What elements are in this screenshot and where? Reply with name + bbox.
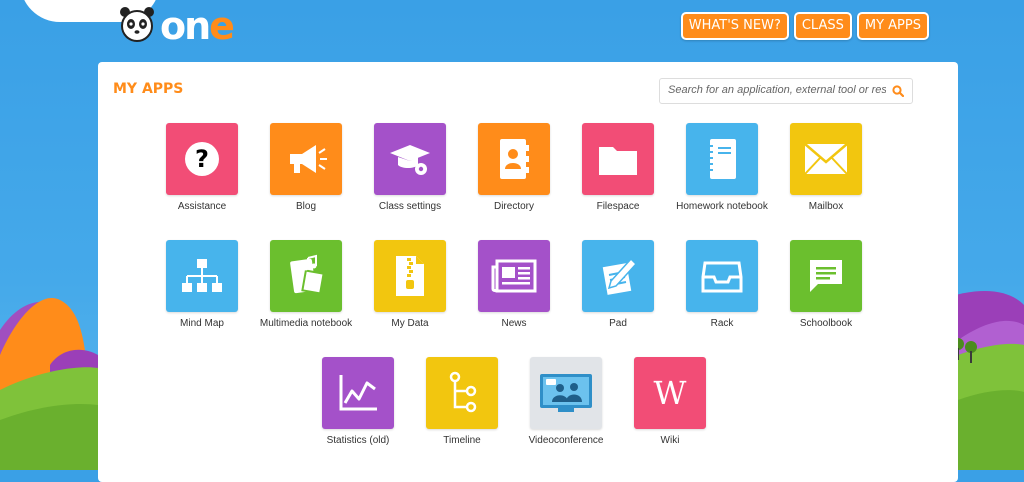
app-tile[interactable]: W <box>634 357 706 429</box>
app-label: Timeline <box>443 435 481 446</box>
app-label: News <box>501 318 527 329</box>
app-label: Blog <box>295 201 316 212</box>
app-label: Statistics (old) <box>326 435 390 446</box>
app-label: Homework notebook <box>676 201 768 212</box>
megaphone-icon <box>290 145 327 173</box>
apps-row-3: Statistics (old) Timeline Videoconferenc… <box>98 357 1024 447</box>
logo-wordmark: one <box>160 4 235 48</box>
app-tile[interactable] <box>426 357 498 429</box>
app-wiki[interactable]: W Wiki <box>618 357 722 447</box>
app-blog[interactable]: Blog <box>254 123 358 213</box>
app-filespace[interactable]: Filespace <box>566 123 670 213</box>
app-mailbox[interactable]: Mailbox <box>774 123 878 213</box>
app-tile[interactable] <box>478 240 550 312</box>
wikipedia-icon: W <box>654 374 687 412</box>
search-input[interactable] <box>668 79 886 101</box>
app-mind-map[interactable]: Mind Map <box>150 240 254 330</box>
app-class-settings[interactable]: Class settings <box>358 123 462 213</box>
app-homework-notebook[interactable]: Homework notebook <box>670 123 774 213</box>
timeline-icon <box>449 371 477 413</box>
app-news[interactable]: News <box>462 240 566 330</box>
app-tile[interactable] <box>374 123 446 195</box>
app-tile[interactable] <box>686 123 758 195</box>
app-tile[interactable] <box>790 123 862 195</box>
app-videoconference[interactable]: Videoconference <box>514 357 618 447</box>
app-label: Filespace <box>596 201 640 212</box>
app-my-data[interactable]: My Data <box>358 240 462 330</box>
svg-text:?: ? <box>195 145 209 173</box>
app-label: Mind Map <box>180 318 224 329</box>
multimedia-notebook-icon <box>290 254 325 295</box>
graduation-cap-gear-icon <box>390 145 430 175</box>
app-label: Multimedia notebook <box>259 318 353 329</box>
zip-file-icon <box>396 256 424 296</box>
app-tile[interactable] <box>270 240 342 312</box>
app-rack[interactable]: Rack <box>670 240 774 330</box>
newspaper-icon <box>491 259 537 293</box>
page-title: MY APPS <box>113 81 184 97</box>
app-tile[interactable] <box>582 240 654 312</box>
app-multimedia-notebook[interactable]: Multimedia notebook <box>254 240 358 330</box>
class-button[interactable]: Class <box>793 12 852 40</box>
one-logo[interactable]: one <box>118 4 235 48</box>
app-label: Schoolbook <box>799 318 853 329</box>
app-pad[interactable]: Pad <box>566 240 670 330</box>
question-icon: ? <box>185 142 219 176</box>
search-icon[interactable] <box>892 84 905 102</box>
app-tile[interactable] <box>478 123 550 195</box>
top-navigation: What's new? Class My apps <box>680 12 929 40</box>
whats-new-button[interactable]: What's new? <box>680 12 789 40</box>
app-label: Rack <box>710 318 734 329</box>
videoconference-icon <box>540 374 592 412</box>
apps-panel: MY APPS ? Assistance Blog Class settings <box>98 62 958 482</box>
app-tile[interactable] <box>686 240 758 312</box>
pad-pencil-icon <box>602 257 638 295</box>
app-timeline[interactable]: Timeline <box>410 357 514 447</box>
app-tile[interactable] <box>322 357 394 429</box>
search-box <box>659 78 913 104</box>
contact-book-icon <box>500 139 529 179</box>
app-tile[interactable] <box>790 240 862 312</box>
app-directory[interactable]: Directory <box>462 123 566 213</box>
app-tile[interactable] <box>270 123 342 195</box>
app-label: Mailbox <box>808 201 844 212</box>
app-tile[interactable] <box>530 357 602 429</box>
app-label: Directory <box>493 201 534 212</box>
app-label: Assistance <box>177 201 227 212</box>
app-tile[interactable] <box>166 240 238 312</box>
inbox-tray-icon <box>701 261 743 293</box>
app-tile[interactable]: ? <box>166 123 238 195</box>
panda-icon <box>118 5 156 48</box>
app-tile[interactable] <box>374 240 446 312</box>
app-label: My Data <box>391 318 429 329</box>
app-label: Videoconference <box>528 435 604 446</box>
app-tile[interactable] <box>582 123 654 195</box>
app-assistance[interactable]: ? Assistance <box>150 123 254 213</box>
envelope-icon <box>804 143 848 175</box>
folder-icon <box>599 147 637 175</box>
app-label: Pad <box>609 318 627 329</box>
apps-row-1: ? Assistance Blog Class settings Directo… <box>98 123 1010 213</box>
app-label: Wiki <box>660 435 680 446</box>
my-apps-button[interactable]: My apps <box>856 12 929 40</box>
app-schoolbook[interactable]: Schoolbook <box>774 240 878 330</box>
app-label: Class settings <box>378 201 442 212</box>
notebook-icon <box>708 139 736 179</box>
apps-row-2: Mind Map Multimedia notebook My Data New… <box>98 240 1010 330</box>
svg-text:W: W <box>654 374 687 412</box>
speech-bubble-icon <box>810 260 842 292</box>
app-statistics[interactable]: Statistics (old) <box>306 357 410 447</box>
line-chart-icon <box>339 375 377 411</box>
org-chart-icon <box>182 259 222 292</box>
